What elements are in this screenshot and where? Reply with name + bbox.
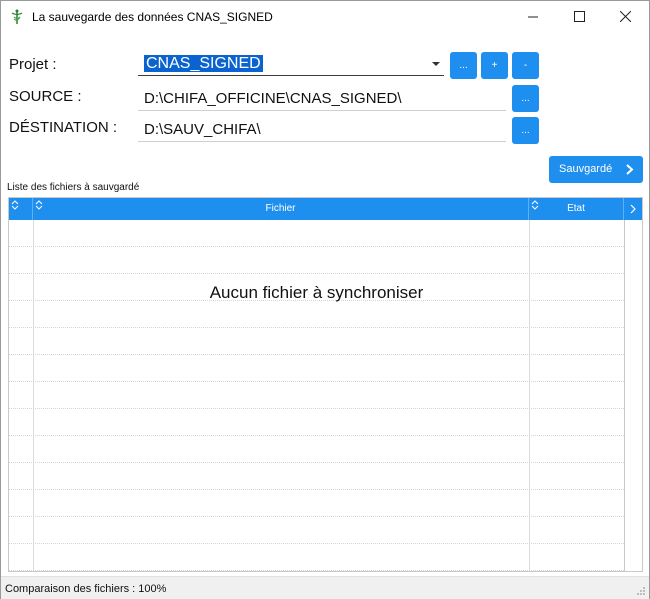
sort-icon <box>35 200 43 210</box>
column-divider <box>33 220 34 571</box>
caduceus-icon <box>11 9 23 24</box>
project-selected-value: CNAS_SIGNED <box>144 55 263 72</box>
destination-label: DÉSTINATION : <box>9 119 118 136</box>
save-button[interactable]: Sauvgardé <box>549 156 643 183</box>
source-label: SOURCE : <box>9 88 82 105</box>
file-grid[interactable]: Fichier Etat Aucun fichier à synchronise… <box>8 197 643 572</box>
file-list-caption: Liste des fichiers à sauvgardé <box>7 182 140 193</box>
table-row <box>9 355 624 382</box>
column-header-etat[interactable]: Etat <box>529 198 624 220</box>
grid-header: Fichier Etat <box>9 198 642 220</box>
title-bar: La sauvegarde des données CNAS_SIGNED <box>1 1 649 32</box>
project-combobox[interactable]: CNAS_SIGNED <box>138 53 444 76</box>
column-header-select[interactable] <box>9 198 33 220</box>
status-text: Comparaison des fichiers : 100% <box>5 583 167 595</box>
save-button-label: Sauvgardé <box>559 163 613 175</box>
table-row <box>9 328 624 355</box>
column-header-fichier[interactable]: Fichier <box>33 198 529 220</box>
grid-body: Aucun fichier à synchroniser <box>9 220 624 571</box>
table-row <box>9 490 624 517</box>
close-icon <box>619 11 631 22</box>
project-remove-button[interactable]: - <box>512 52 539 79</box>
table-row <box>9 409 624 436</box>
close-button[interactable] <box>602 1 648 32</box>
source-browse-button[interactable]: ... <box>512 85 539 112</box>
table-row <box>9 301 624 328</box>
minimize-icon <box>528 16 538 17</box>
empty-list-message: Aucun fichier à synchroniser <box>209 283 424 302</box>
column-header-fichier-label: Fichier <box>265 203 296 214</box>
source-path-field[interactable]: D:\CHIFA_OFFICINE\CNAS_SIGNED\ <box>138 88 506 111</box>
chevron-right-icon <box>626 164 634 175</box>
maximize-icon <box>573 11 585 22</box>
maximize-button[interactable] <box>556 1 602 32</box>
table-row <box>9 247 624 274</box>
window-title: La sauvegarde des données CNAS_SIGNED <box>32 10 273 24</box>
sort-icon <box>11 200 19 210</box>
scroll-right-icon[interactable] <box>630 204 637 214</box>
column-divider <box>529 220 530 571</box>
vertical-scrollbar[interactable] <box>624 220 642 571</box>
resize-grip-icon[interactable] <box>636 586 646 596</box>
table-row <box>9 544 624 571</box>
table-row <box>9 382 624 409</box>
status-bar: Comparaison des fichiers : 100% <box>1 576 649 599</box>
table-row <box>9 220 624 247</box>
table-row <box>9 436 624 463</box>
chevron-down-icon[interactable] <box>432 62 440 66</box>
table-row <box>9 517 624 544</box>
project-label: Projet : <box>9 56 57 73</box>
table-row <box>9 463 624 490</box>
main-window: La sauvegarde des données CNAS_SIGNED Pr… <box>0 0 650 599</box>
destination-path-field[interactable]: D:\SAUV_CHIFA\ <box>138 119 506 142</box>
minimize-button[interactable] <box>510 1 556 32</box>
project-browse-button[interactable]: ... <box>450 52 477 79</box>
destination-browse-button[interactable]: ... <box>512 117 539 144</box>
column-header-etat-label: Etat <box>567 203 585 214</box>
sort-icon <box>531 200 539 210</box>
project-add-button[interactable]: + <box>481 52 508 79</box>
